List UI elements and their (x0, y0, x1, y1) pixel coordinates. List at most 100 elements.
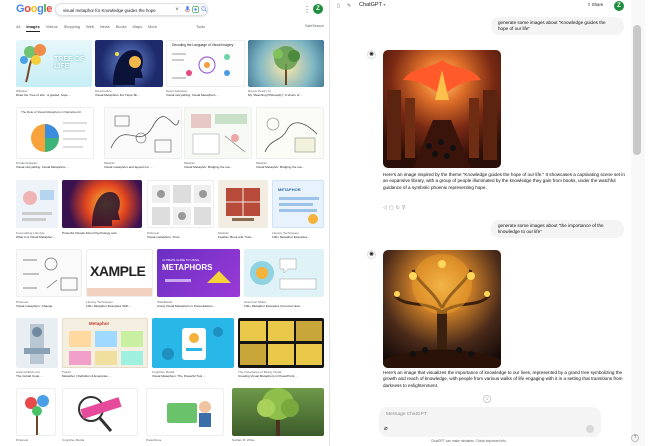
chatgpt-pane: ▯ ✎ ChatGPT ▾ ⇪ Share Z generate some im… (331, 0, 649, 446)
scroll-down-button[interactable]: ↓ (483, 395, 491, 403)
result-caption[interactable]: Kevin Daydeep Visual storytelling: Visual… (166, 89, 245, 97)
image-result[interactable] (232, 388, 324, 436)
user-message: generate some images about "the importan… (491, 220, 624, 238)
result-caption[interactable]: Dreamstime Visual Metaphors For Hope Sh..… (95, 89, 163, 97)
result-caption[interactable]: ProductCaptain Visual storytelling: Visua… (16, 161, 94, 169)
clear-icon[interactable]: × (173, 6, 181, 14)
assistant-message: Here's an image inspired by the theme "K… (383, 172, 625, 190)
image-result[interactable] (16, 249, 82, 297)
image-result[interactable] (16, 388, 56, 436)
search-box[interactable]: visual metaphor for Knowledge guides the… (55, 3, 208, 16)
image-result[interactable]: Metaphor (62, 318, 148, 368)
image-result[interactable] (147, 180, 214, 228)
image-result[interactable]: ULTIMATE GUIDE TO USING METAPHORS (157, 249, 240, 297)
result-caption[interactable]: Formulating Lifestyle What Is A Visual Me… (16, 231, 60, 239)
result-caption[interactable]: Dream Poetry AI My 'Reaching Philosophy':… (248, 89, 324, 97)
result-caption[interactable]: Cognitive Media (62, 438, 138, 442)
result-caption[interactable]: Pinterest (16, 438, 56, 442)
thumbs-down-icon[interactable]: ⊽ (402, 205, 408, 211)
image-result[interactable] (238, 318, 324, 368)
result-caption[interactable]: SlideModel Using Visual Metaphors in Pres… (157, 300, 240, 308)
result-caption[interactable]: Pinterest Visual metaphors: Change (16, 300, 82, 308)
send-button[interactable]: ↑ (586, 425, 594, 433)
google-images-pane: Google visual metaphor for Knowledge gui… (0, 0, 330, 446)
avatar[interactable]: Z (614, 1, 624, 11)
message-actions: ◁▢↻⊽ (383, 205, 407, 211)
image-result[interactable] (244, 249, 324, 297)
image-result[interactable] (146, 388, 224, 436)
user-message: generate some images about "Knowledge gu… (491, 17, 624, 35)
microphone-icon[interactable] (183, 6, 191, 14)
result-caption[interactable]: Literary Techniques 100+ Metaphor Example… (272, 231, 326, 239)
result-caption[interactable]: Nathan R. White (232, 438, 324, 442)
tools-button[interactable]: Tools (196, 24, 205, 29)
tile-text: The Role of Visual Metaphors in Narrativ… (21, 110, 82, 114)
tab-more[interactable]: More (148, 24, 157, 32)
image-result[interactable] (16, 318, 58, 368)
scrollbar-thumb[interactable] (633, 25, 641, 155)
result-caption[interactable]: The Importance of Being Visual Creating V… (238, 370, 324, 378)
result-caption[interactable]: Grammar Slides 100+ Metaphor Examples (Co… (244, 300, 324, 308)
help-button[interactable]: ? (631, 434, 639, 442)
sidebar-toggle-icon[interactable]: ▯ (337, 3, 340, 9)
image-result[interactable]: The Role of Visual Metaphors in Narrativ… (16, 107, 94, 159)
image-result[interactable]: METAPHOR (272, 180, 324, 228)
tile-text: Decoding the Language of Visual Imagery (172, 43, 234, 47)
tab-videos[interactable]: Videos (46, 24, 58, 32)
image-result[interactable] (16, 180, 58, 228)
message-composer[interactable]: Message ChatGPT ⌀ ↑ (379, 407, 601, 437)
image-result[interactable]: XAMPLE (86, 249, 153, 297)
attach-icon[interactable]: ⌀ (384, 425, 388, 432)
safesearch-button[interactable]: SafeSearch (305, 24, 324, 28)
result-caption[interactable]: Twinkl Metaphor | Definition & Examples .… (62, 370, 148, 378)
generated-image-knowledge-tree[interactable] (383, 250, 501, 368)
image-result[interactable]: Decoding the Language of Visual Imagery (166, 40, 245, 87)
image-result[interactable] (62, 180, 142, 228)
tab-shopping[interactable]: Shopping (64, 24, 80, 32)
image-result[interactable] (256, 107, 324, 159)
avatar[interactable]: Z (313, 4, 323, 14)
lens-icon[interactable] (191, 6, 199, 14)
result-caption[interactable]: PaperRose (146, 438, 224, 442)
search-input[interactable]: visual metaphor for Knowledge guides the… (63, 8, 156, 13)
image-result[interactable]: TREE OF LIFE (16, 40, 92, 87)
result-caption[interactable]: Medium Visual metaphors and layouts for .… (104, 161, 182, 169)
tile-text: TREE OF LIFE (54, 56, 85, 70)
image-result[interactable] (184, 107, 252, 159)
tab-maps[interactable]: Maps (133, 24, 143, 32)
chatgpt-logo-icon: ✺ (367, 50, 376, 59)
share-button[interactable]: ⇪ Share (587, 2, 603, 8)
disclaimer-text: ChatGPT can make mistakes. Check importa… (431, 439, 507, 443)
result-caption[interactable]: Medium Visual Metaphor: Bridging the Ga..… (256, 161, 324, 169)
result-caption[interactable]: Medium Feather, Book and Trust... (218, 231, 270, 239)
image-result[interactable] (248, 40, 324, 87)
tab-news[interactable]: News (100, 24, 110, 32)
tab-books[interactable]: Books (116, 24, 127, 32)
new-chat-icon[interactable]: ✎ (347, 3, 351, 9)
tab-images[interactable]: Images (26, 24, 40, 32)
image-result[interactable] (218, 180, 268, 228)
image-result[interactable] (95, 40, 163, 87)
generated-image-library-phoenix[interactable] (383, 50, 501, 168)
google-logo[interactable]: Google (16, 3, 52, 15)
result-caption[interactable]: Wikihow Draw the Tree of Life : a guided,… (16, 89, 92, 97)
result-caption[interactable]: Powerful Visuals About Psychology and ..… (62, 231, 144, 235)
result-caption[interactable]: Pinterest Visual metaphors: Trust (147, 231, 214, 239)
image-result[interactable] (104, 107, 182, 159)
tile-text: Metaphor (89, 321, 110, 326)
result-caption[interactable]: Cognitive Media Visual Metaphors: The Pow… (152, 370, 234, 378)
assistant-message: Here's an image that visualizes the impo… (383, 370, 623, 388)
chatgpt-logo-icon: ✺ (367, 250, 376, 259)
result-caption[interactable]: www.SoSDA.com The Cobalt Code ... (16, 370, 62, 378)
tab-web[interactable]: Web (86, 24, 94, 32)
model-title[interactable]: ChatGPT ▾ (359, 2, 385, 8)
result-caption[interactable]: Literary Techniques 100+ Metaphor Example… (86, 300, 153, 308)
copy-icon[interactable]: ▢ (389, 205, 396, 211)
tab-all[interactable]: All (16, 24, 20, 32)
result-caption[interactable]: Medium Visual Metaphor: Bridging the Ga..… (184, 161, 252, 169)
search-icon[interactable] (200, 6, 208, 14)
search-tabs: All Images Videos Shopping Web News Book… (16, 24, 157, 32)
image-result[interactable] (152, 318, 234, 368)
image-result[interactable] (62, 388, 138, 436)
message-input[interactable]: Message ChatGPT (386, 412, 427, 417)
